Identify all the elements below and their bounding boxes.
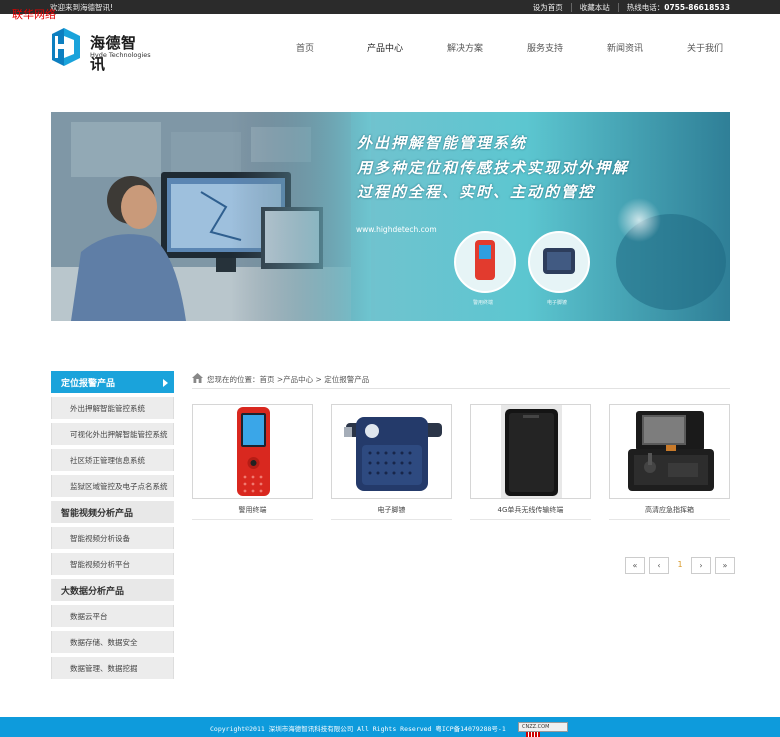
main-nav: 首页 产品中心 解决方案 服务支持 新闻资讯 关于我们 [265, 41, 745, 54]
stats-bars-icon [526, 731, 540, 737]
electronic-shackle-icon [344, 417, 442, 491]
top-bar: 欢迎来到海德智讯! 联华网络 设为首页 收藏本站 热线电话：0755-86618… [0, 0, 780, 21]
product-category-sidebar: 定位报警产品 外出押解智能管控系统 可视化外出押解智能管控系统 社区矫正管理信息… [51, 371, 174, 683]
banner-url: www.highdetech.com [356, 225, 437, 234]
pagination: « ‹ 1 › » [625, 557, 739, 574]
home-icon [192, 373, 203, 383]
product-name[interactable]: 警用终端 [192, 505, 313, 520]
footer: Copyright©2011 深圳市海德智讯科技有限公司 All Rights … [0, 717, 780, 737]
welcome-text: 欢迎来到海德智讯! [50, 3, 114, 12]
product-card[interactable]: 警用终端 [192, 404, 313, 520]
top-links: 设为首页 收藏本站 热线电话：0755-86618533 [533, 2, 730, 13]
hotline-label: 热线电话： [626, 3, 665, 12]
category-label: 大数据分析产品 [61, 587, 125, 597]
banner-caption-terminal: 警用终端 [473, 300, 494, 306]
sidebar-item[interactable]: 监狱区域管控及电子点名系统 [51, 475, 174, 497]
nav-news[interactable]: 新闻资讯 [585, 41, 665, 54]
sidebar-item[interactable]: 智能视频分析设备 [51, 527, 174, 549]
last-page-button[interactable]: » [715, 557, 735, 574]
product-image[interactable] [609, 404, 730, 499]
hero-banner[interactable]: 外出押解智能管理系统 用多种定位和传感技术实现对外押解 过程的全程、实时、主动的… [51, 112, 730, 321]
sidebar-item[interactable]: 数据管理、数据挖掘 [51, 657, 174, 679]
sidebar-item[interactable]: 智能视频分析平台 [51, 553, 174, 575]
overlay-watermark: 联华网络 [12, 8, 56, 21]
product-name[interactable]: 4G单兵无线传输终端 [470, 505, 591, 520]
nav-support[interactable]: 服务支持 [505, 41, 585, 54]
nav-products[interactable]: 产品中心 [345, 41, 425, 54]
divider [570, 3, 572, 12]
product-card[interactable]: 4G单兵无线传输终端 [470, 404, 591, 520]
nav-home[interactable]: 首页 [265, 41, 345, 54]
logo-name-en: Hyde Technologies [90, 51, 151, 59]
category-label: 智能视频分析产品 [61, 509, 134, 519]
first-page-button[interactable]: « [625, 557, 645, 574]
product-name[interactable]: 电子脚镣 [331, 505, 452, 520]
product-image[interactable] [470, 404, 591, 499]
sidebar-item[interactable]: 数据云平台 [51, 605, 174, 627]
hotline: 热线电话：0755-86618533 [627, 2, 730, 13]
prev-page-button[interactable]: ‹ [649, 557, 669, 574]
product-image[interactable] [331, 404, 452, 499]
banner-caption-shackle: 电子脚镣 [547, 300, 568, 306]
nav-solutions[interactable]: 解决方案 [425, 41, 505, 54]
nav-about[interactable]: 关于我们 [665, 41, 745, 54]
4g-transmitter-icon [501, 405, 562, 498]
cnzz-badge[interactable]: CNZZ.COM [518, 722, 568, 737]
current-page[interactable]: 1 [673, 557, 687, 574]
category-location-alarm[interactable]: 定位报警产品 [51, 371, 174, 393]
bookmark-link[interactable]: 收藏本站 [580, 2, 610, 13]
police-terminal-icon [237, 407, 270, 496]
sidebar-item[interactable]: 外出押解智能管控系统 [51, 397, 174, 419]
banner-subtitle-2: 过程的全程、实时、主动的管控 [357, 183, 596, 201]
banner-title: 外出押解智能管理系统 [357, 134, 528, 152]
product-card[interactable]: 高清应急指挥箱 [609, 404, 730, 520]
breadcrumb-text[interactable]: 您现在的位置：首页 >产品中心 > 定位报警产品 [207, 374, 369, 385]
category-big-data[interactable]: 大数据分析产品 [51, 579, 174, 601]
divider [617, 3, 619, 12]
command-case-icon [628, 411, 714, 491]
category-video-analysis[interactable]: 智能视频分析产品 [51, 501, 174, 523]
hd-logo-icon [52, 28, 80, 66]
arrow-right-icon [163, 379, 168, 387]
banner-subtitle-1: 用多种定位和传感技术实现对外押解 [357, 159, 630, 177]
logo[interactable]: 海德智讯 Hyde Technologies [50, 28, 151, 73]
product-image[interactable] [192, 404, 313, 499]
cnzz-label: CNZZ.COM [522, 724, 550, 730]
next-page-button[interactable]: › [691, 557, 711, 574]
breadcrumb: 您现在的位置：首页 >产品中心 > 定位报警产品 [192, 371, 730, 389]
hotline-number: 0755-86618533 [664, 3, 730, 12]
product-name[interactable]: 高清应急指挥箱 [609, 505, 730, 520]
sidebar-item[interactable]: 可视化外出押解智能管控系统 [51, 423, 174, 445]
product-card[interactable]: 电子脚镣 [331, 404, 452, 520]
set-home-link[interactable]: 设为首页 [533, 2, 563, 13]
category-label: 定位报警产品 [61, 379, 116, 389]
copyright-text: Copyright©2011 深圳市海德智讯科技有限公司 All Rights … [210, 725, 506, 733]
sidebar-item[interactable]: 社区矫正管理信息系统 [51, 449, 174, 471]
sidebar-item[interactable]: 数据存储、数据安全 [51, 631, 174, 653]
